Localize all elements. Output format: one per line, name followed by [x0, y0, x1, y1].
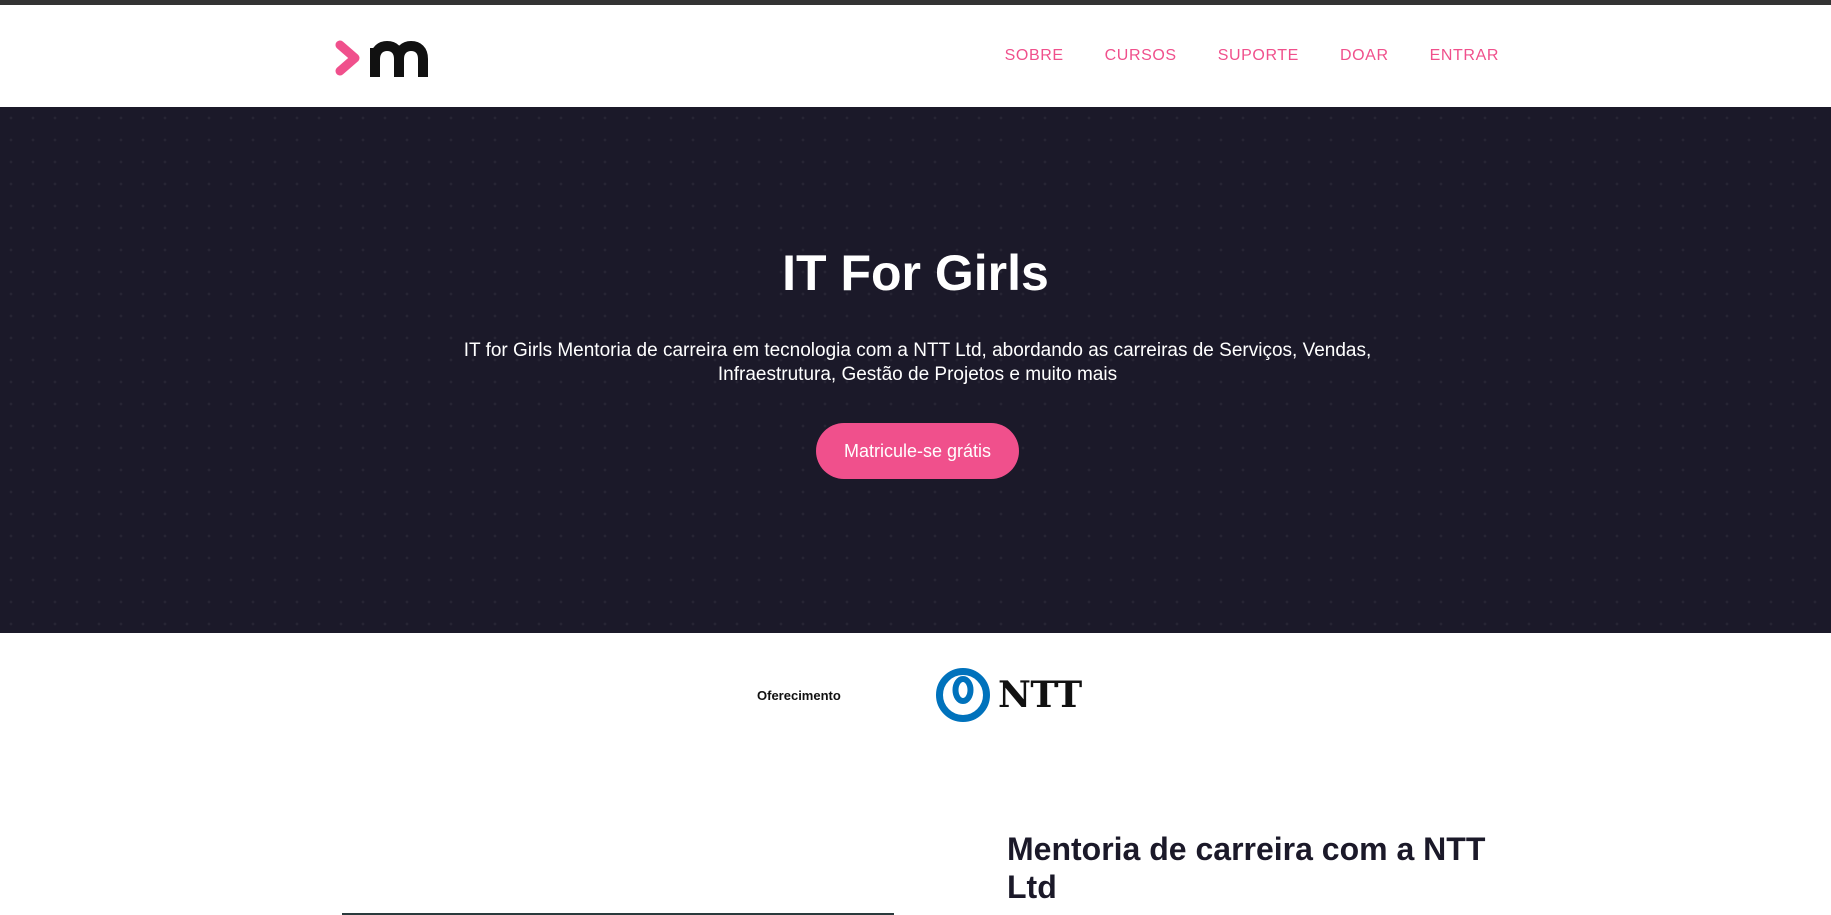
nav-suporte[interactable]: SUPORTE — [1218, 47, 1299, 65]
nav-sobre[interactable]: SOBRE — [1005, 47, 1064, 65]
nav-cursos[interactable]: CURSOS — [1105, 47, 1177, 65]
enroll-button[interactable]: Matricule-se grátis — [816, 423, 1019, 479]
main-nav: SOBRE CURSOS SUPORTE DOAR ENTRAR — [964, 47, 1499, 65]
hero-section: IT For Girls IT for Girls Mentoria de ca… — [0, 107, 1831, 633]
ntt-logo[interactable]: NTT — [934, 666, 1082, 724]
hero-subtitle: IT for Girls Mentoria de carreira em tec… — [463, 340, 1372, 385]
m-logo[interactable] — [334, 33, 446, 83]
nav-doar[interactable]: DOAR — [1340, 47, 1389, 65]
sponsor-label: Oferecimento — [757, 688, 841, 703]
ntt-wordmark: NTT — [998, 674, 1082, 716]
ntt-ring-icon — [936, 668, 990, 722]
hero-title: IT For Girls — [782, 245, 1049, 301]
site-header: SOBRE CURSOS SUPORTE DOAR ENTRAR — [0, 5, 1831, 107]
nav-entrar[interactable]: ENTRAR — [1430, 47, 1499, 65]
sponsor-section: Oferecimento NTT — [0, 633, 1831, 763]
section-title: Mentoria de carreira com a NTT Ltd — [1007, 831, 1486, 905]
